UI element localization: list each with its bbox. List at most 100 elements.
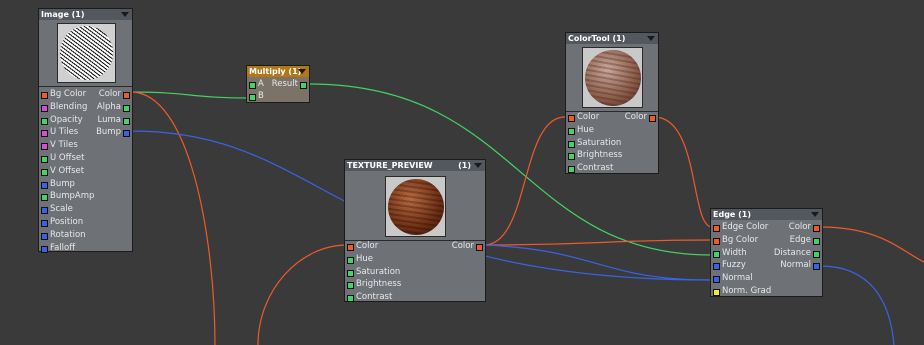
edge-input-normal[interactable]: Normal — [711, 272, 773, 285]
wire-preview-color-to-colortool[interactable] — [483, 116, 566, 246]
preview-input-brightness[interactable]: Brightness — [345, 278, 415, 291]
image-node[interactable]: Image (1) Bg Color Blending Opacity U Tiles… — [38, 8, 133, 255]
preview-input-saturation-pin[interactable] — [347, 269, 354, 277]
colortool-header[interactable]: ColorTool (1) — [566, 33, 658, 44]
colortool-output-color-pin[interactable] — [649, 115, 656, 122]
multiply-node[interactable]: Multiply (1) A B Result — [246, 65, 310, 103]
image-input-opacity-pin[interactable] — [41, 117, 48, 125]
image-input-rotation[interactable]: Rotation — [39, 229, 99, 242]
preview-output-color-pin[interactable] — [476, 244, 483, 251]
image-input-u-tiles[interactable]: U Tiles — [39, 126, 99, 139]
preview-output-color[interactable]: Color — [445, 240, 485, 253]
image-input-bumpamp-pin[interactable] — [41, 194, 48, 202]
wire-image-color-down[interactable] — [130, 91, 216, 345]
edge-output-normal[interactable]: Normal — [776, 259, 822, 272]
edge-input-edge-color[interactable]: Edge Color — [711, 221, 773, 234]
image-input-v-tiles-pin[interactable] — [41, 143, 48, 151]
wire-image-color-to-multiply-b[interactable] — [130, 91, 251, 99]
colortool-input-hue[interactable]: Hue — [566, 124, 626, 137]
image-input-scale[interactable]: Scale — [39, 203, 99, 216]
image-input-position[interactable]: Position — [39, 216, 99, 229]
edge-input-norm-grad[interactable]: Norm. Grad — [711, 285, 773, 298]
image-output-alpha-pin[interactable] — [123, 104, 130, 112]
edge-output-edge-pin[interactable] — [813, 237, 820, 245]
image-input-position-pin[interactable] — [41, 220, 48, 227]
image-input-u-tiles-pin[interactable] — [41, 130, 48, 138]
wire-bottom-to-preview-color[interactable] — [257, 244, 348, 345]
wire-colortool-color-to-edge[interactable] — [653, 116, 713, 228]
texture-preview-header[interactable]: TEXTURE_PREVIEW (1) — [345, 160, 485, 171]
image-node-header[interactable]: Image (1) — [39, 9, 132, 20]
wire-preview-color-to-edge-bg[interactable] — [483, 239, 713, 246]
image-input-bump-pin[interactable] — [41, 181, 48, 189]
image-input-u-offset-pin[interactable] — [41, 156, 48, 163]
image-input-falloff-pin[interactable] — [41, 245, 48, 253]
edge-input-normal-pin[interactable] — [713, 276, 720, 284]
image-input-rotation-pin[interactable] — [41, 232, 48, 240]
edge-output-color-pin[interactable] — [813, 225, 820, 232]
image-output-bump-pin[interactable] — [123, 130, 130, 138]
chevron-down-icon[interactable] — [121, 12, 129, 17]
image-output-alpha[interactable]: Alpha — [92, 101, 132, 114]
image-input-v-tiles[interactable]: V Tiles — [39, 139, 99, 152]
multiply-output-result-pin[interactable] — [300, 82, 307, 89]
image-input-bump[interactable]: Bump — [39, 178, 99, 191]
edge-input-bg-color[interactable]: Bg Color — [711, 234, 773, 247]
multiply-input-b-pin[interactable] — [249, 94, 256, 101]
image-input-bg-color[interactable]: Bg Color — [39, 88, 99, 101]
edge-output-color[interactable]: Color — [776, 221, 822, 234]
edge-output-distance-pin[interactable] — [813, 250, 820, 258]
multiply-input-a-pin[interactable] — [249, 82, 256, 89]
edge-input-edge-color-pin[interactable] — [713, 225, 720, 232]
image-output-bump[interactable]: Bump — [92, 126, 132, 139]
chevron-down-icon[interactable] — [647, 36, 655, 41]
preview-input-contrast[interactable]: Contrast — [345, 291, 415, 304]
multiply-output-result[interactable]: Result — [271, 78, 309, 91]
image-input-blending[interactable]: Blending — [39, 101, 99, 114]
colortool-output-color[interactable]: Color — [623, 111, 658, 124]
preview-input-brightness-pin[interactable] — [347, 282, 354, 290]
colortool-input-saturation-pin[interactable] — [568, 140, 575, 148]
image-input-u-offset[interactable]: U Offset — [39, 152, 99, 165]
edge-input-bg-color-pin[interactable] — [713, 237, 720, 245]
texture-preview-node[interactable]: TEXTURE_PREVIEW (1) Color Hue Saturation Br… — [344, 159, 486, 304]
wire-edge-normal-out[interactable] — [819, 265, 895, 345]
image-input-falloff[interactable]: Falloff — [39, 242, 99, 255]
image-input-scale-pin[interactable] — [41, 207, 48, 215]
image-input-v-offset[interactable]: V Offset — [39, 165, 99, 178]
edge-output-distance[interactable]: Distance — [774, 247, 822, 260]
colortool-input-contrast[interactable]: Contrast — [566, 162, 626, 175]
edge-output-edge[interactable]: Edge — [776, 234, 822, 247]
image-output-color-pin[interactable] — [123, 92, 130, 99]
image-output-luma-pin[interactable] — [123, 117, 130, 125]
edge-output-normal-pin[interactable] — [813, 263, 820, 271]
colortool-node[interactable]: ColorTool (1) Color Hue Saturation Brightne… — [565, 32, 659, 174]
image-input-v-offset-pin[interactable] — [41, 168, 48, 176]
image-output-luma[interactable]: Luma — [92, 114, 132, 127]
image-output-color[interactable]: Color — [92, 88, 132, 101]
chevron-down-icon[interactable] — [811, 212, 819, 217]
colortool-input-brightness[interactable]: Brightness — [566, 149, 626, 162]
preview-input-color[interactable]: Color — [345, 240, 415, 253]
preview-input-contrast-pin[interactable] — [347, 295, 354, 303]
edge-input-width-pin[interactable] — [713, 250, 720, 258]
wire-edge-color-out[interactable] — [819, 226, 924, 263]
preview-input-hue[interactable]: Hue — [345, 253, 415, 266]
image-input-opacity[interactable]: Opacity — [39, 114, 99, 127]
edge-input-fuzzy-pin[interactable] — [713, 263, 720, 271]
image-input-bg-color-pin[interactable] — [41, 92, 48, 99]
colortool-input-color-pin[interactable] — [568, 115, 575, 122]
edge-input-fuzzy[interactable]: Fuzzy — [711, 259, 773, 272]
preview-input-hue-pin[interactable] — [347, 256, 354, 264]
edge-header[interactable]: Edge (1) — [711, 209, 822, 220]
image-input-blending-pin[interactable] — [41, 104, 48, 112]
preview-input-color-pin[interactable] — [347, 244, 354, 251]
multiply-node-header[interactable]: Multiply (1) — [247, 66, 309, 77]
colortool-input-saturation[interactable]: Saturation — [566, 137, 626, 150]
chevron-down-icon[interactable] — [298, 69, 306, 74]
colortool-input-contrast-pin[interactable] — [568, 166, 575, 174]
edge-input-norm-grad-pin[interactable] — [713, 289, 720, 296]
colortool-input-brightness-pin[interactable] — [568, 153, 575, 161]
colortool-input-hue-pin[interactable] — [568, 127, 575, 135]
preview-input-saturation[interactable]: Saturation — [345, 266, 415, 279]
